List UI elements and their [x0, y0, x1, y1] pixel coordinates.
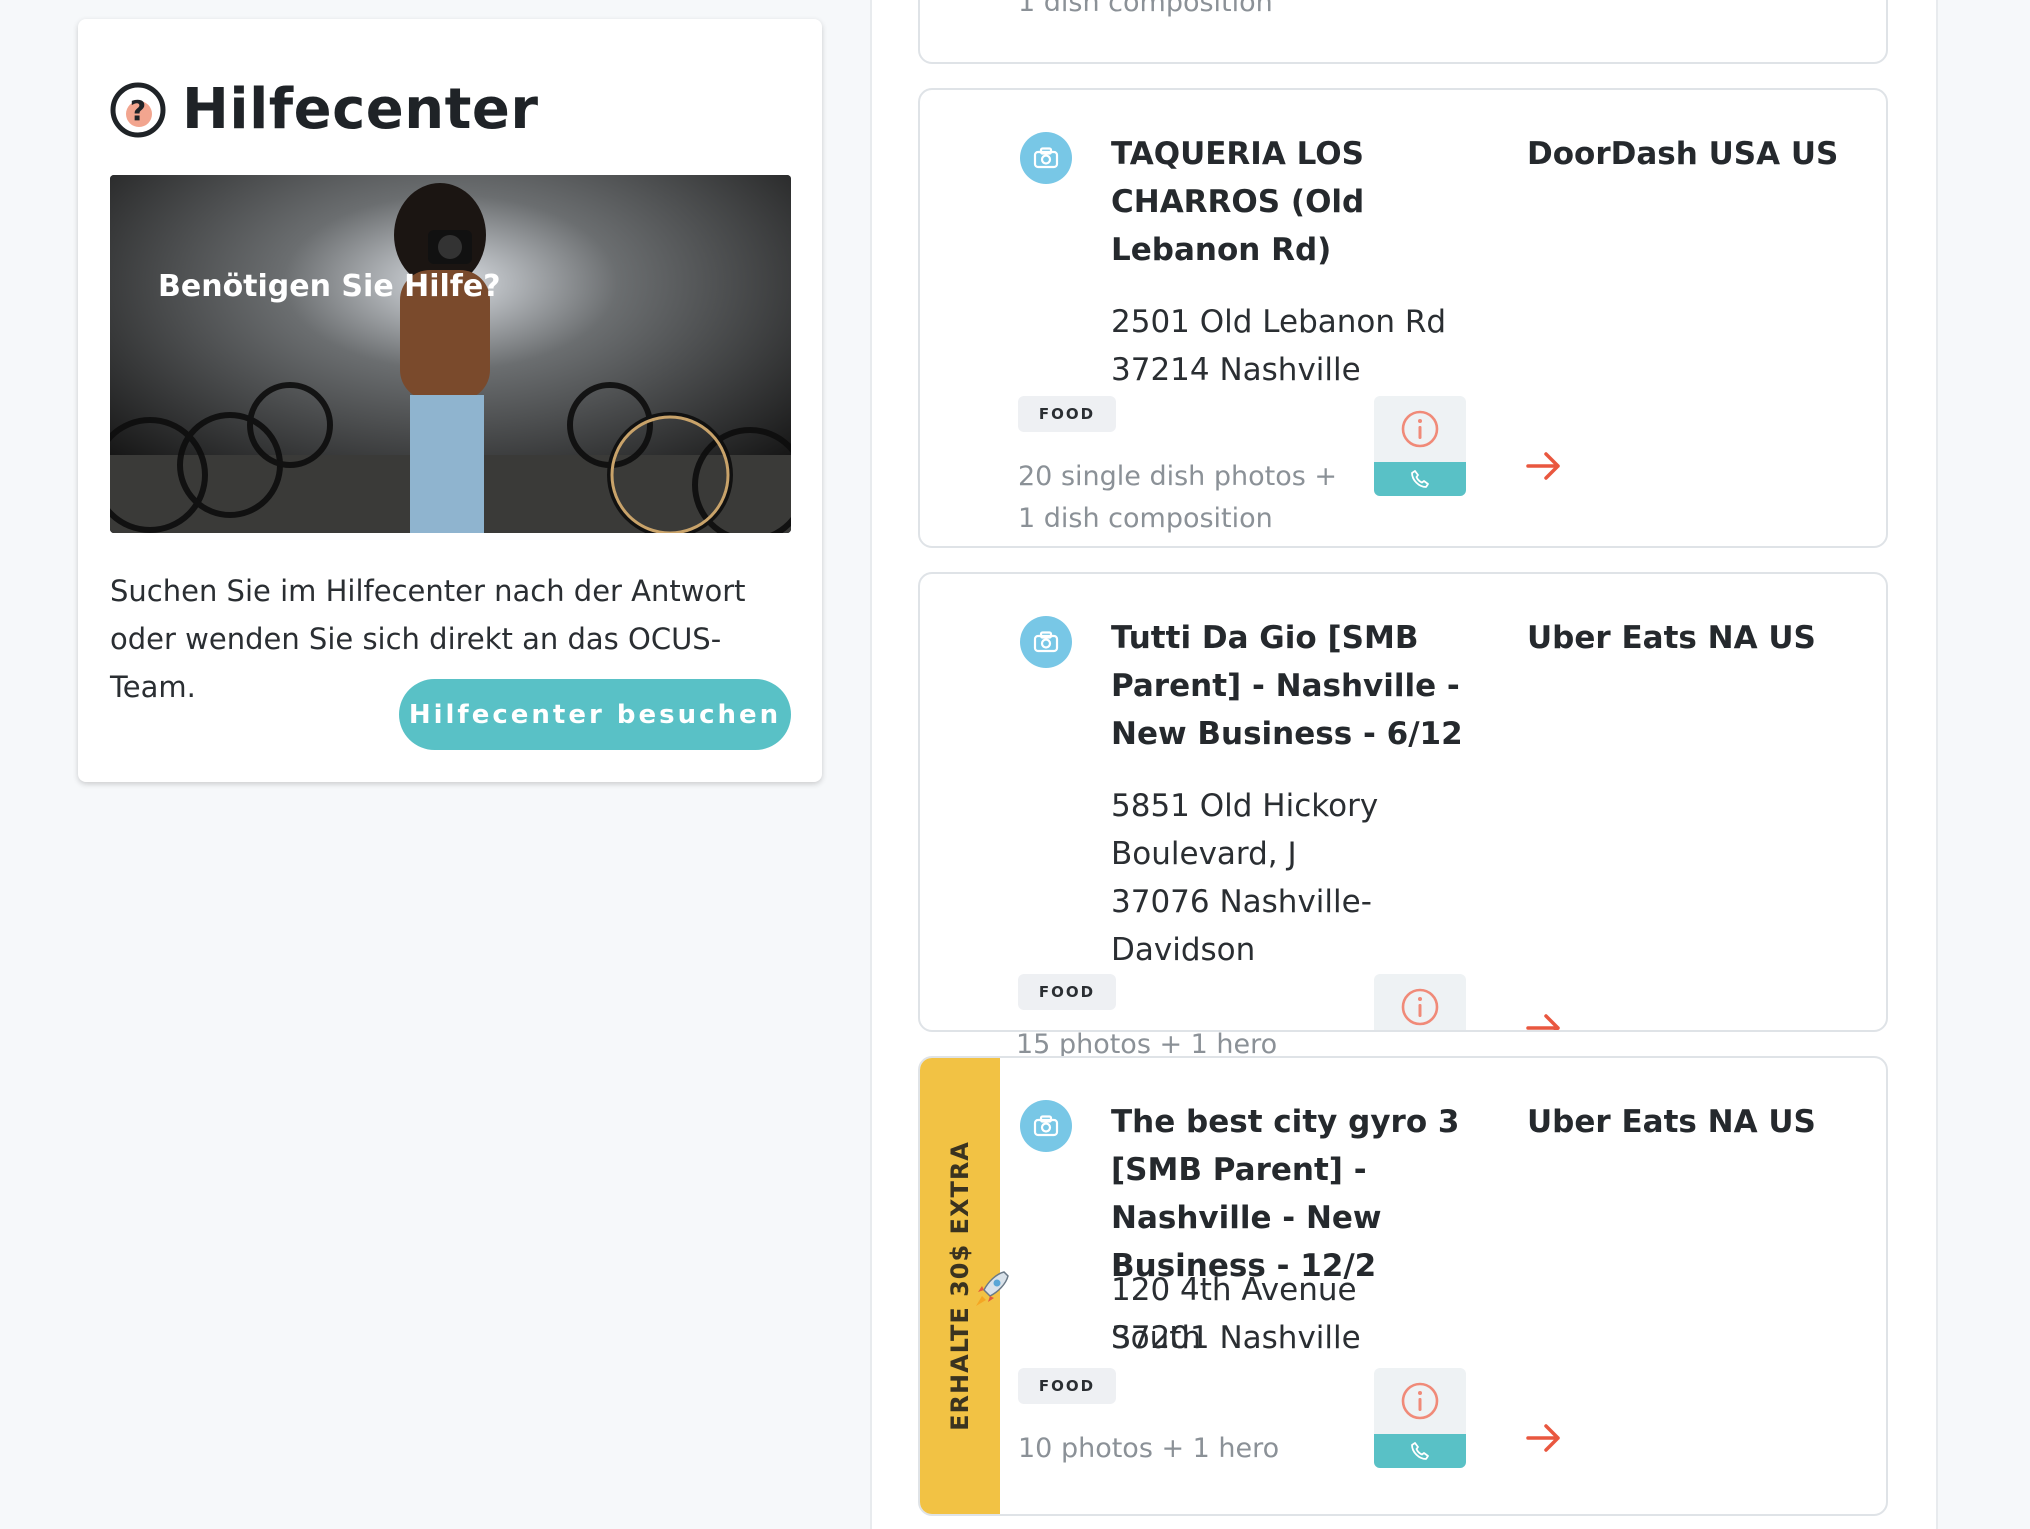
- mission-description: 15 photos + 1 hero: [1016, 1029, 1278, 1056]
- arrow-right-icon[interactable]: [1524, 1008, 1564, 1032]
- rocket-icon: [976, 1271, 1009, 1306]
- mission-platform: Uber Eats NA US: [1527, 620, 1816, 656]
- mission-name: The best city gyro 3 [SMB Parent] - Nash…: [1111, 1104, 1460, 1284]
- mission-card-partial[interactable]: 1 dish composition: [918, 0, 1888, 64]
- phone-icon[interactable]: [1374, 462, 1466, 496]
- info-icon[interactable]: [1374, 396, 1466, 462]
- mission-platform: DoorDash USA US: [1527, 136, 1839, 172]
- mission-address-line2: 37201 Nashville: [1111, 1320, 1361, 1356]
- visit-help-center-button[interactable]: Hilfecenter besuchen: [399, 679, 791, 750]
- phone-icon[interactable]: [1374, 1434, 1466, 1468]
- arrow-right-icon[interactable]: [1524, 1418, 1564, 1458]
- mission-description: 20 single dish photos + 1 dish compositi…: [1018, 461, 1338, 534]
- photographer-photo: [110, 175, 791, 533]
- help-center-card: ? Hilfecenter Benötigen Sie Hilfe? Suche…: [78, 19, 822, 782]
- mission-address-line1: 5851 Old Hickory Boulevard, J: [1111, 788, 1379, 872]
- extra-bonus-strip: ERHALTE 30$ EXTRA: [920, 1058, 1009, 1514]
- help-hero-image: Benötigen Sie Hilfe?: [110, 175, 791, 533]
- info-icon[interactable]: [1374, 974, 1466, 1030]
- mission-card[interactable]: ERHALTE 30$ EXTRA The best city gyro 3 […: [918, 1056, 1888, 1516]
- camera-icon: [1020, 616, 1072, 668]
- question-circle-icon: ?: [110, 82, 166, 137]
- mission-name: TAQUERIA LOS CHARROS (Old Lebanon Rd): [1111, 136, 1365, 268]
- camera-icon: [1020, 132, 1072, 184]
- mission-card[interactable]: TAQUERIA LOS CHARROS (Old Lebanon Rd) 25…: [918, 88, 1888, 548]
- mission-name: Tutti Da Gio [SMB Parent] - Nashville - …: [1111, 620, 1463, 752]
- mission-address-line1: 2501 Old Lebanon Rd: [1111, 304, 1447, 340]
- mission-actions: [1374, 974, 1466, 1030]
- mission-actions: [1374, 396, 1466, 496]
- mission-tag: FOOD: [1018, 396, 1116, 432]
- info-icon[interactable]: [1374, 1368, 1466, 1434]
- mission-tag: FOOD: [1018, 1368, 1116, 1404]
- help-center-title: Hilfecenter: [182, 77, 539, 142]
- mission-card[interactable]: Tutti Da Gio [SMB Parent] - Nashville - …: [918, 572, 1888, 1032]
- camera-icon: [1020, 1100, 1072, 1152]
- help-center-header: ? Hilfecenter: [110, 77, 539, 142]
- mission-actions: [1374, 1368, 1466, 1468]
- mission-address-line2: 37076 Nashville-Davidson: [1111, 884, 1372, 968]
- mission-description: 1 dish composition: [1018, 0, 1273, 18]
- svg-text:?: ?: [130, 94, 146, 127]
- arrow-right-icon[interactable]: [1524, 446, 1564, 486]
- hero-caption: Benötigen Sie Hilfe?: [158, 269, 501, 304]
- mission-address-line2: 37214 Nashville: [1111, 352, 1361, 388]
- mission-description: 10 photos + 1 hero: [1018, 1433, 1280, 1464]
- mission-platform: Uber Eats NA US: [1527, 1104, 1816, 1140]
- mission-tag: FOOD: [1018, 974, 1116, 1010]
